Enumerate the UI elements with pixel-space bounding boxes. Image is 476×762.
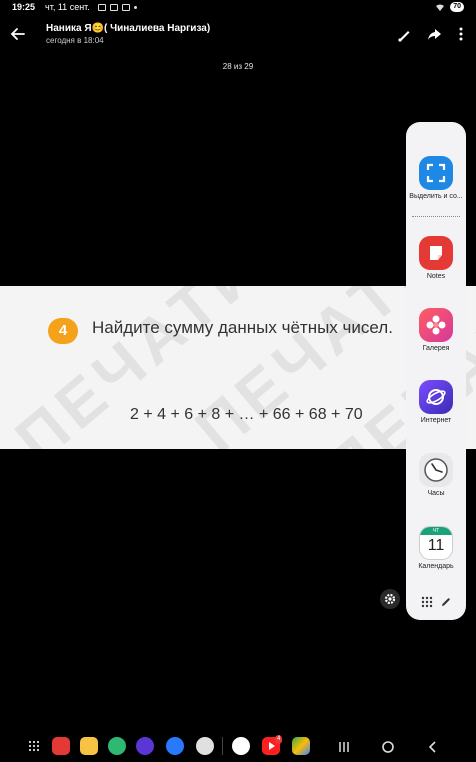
app-label: Интернет xyxy=(420,417,452,424)
status-date: чт, 11 сент. xyxy=(45,2,90,12)
screenshot-icon xyxy=(121,3,130,11)
task-text: Найдите сумму данных чётных чисел. xyxy=(92,318,393,337)
dock-divider xyxy=(222,737,223,755)
app-calendar[interactable]: ЧТ 11 Календарь xyxy=(406,526,466,570)
share-forward-icon[interactable] xyxy=(425,25,443,43)
notification-icon xyxy=(109,3,118,11)
app-label: Календарь xyxy=(418,563,454,570)
app-smart-select[interactable]: Выделить и со... xyxy=(406,156,466,200)
calendar-weekday: ЧТ xyxy=(420,527,452,535)
app-label: Notes xyxy=(426,273,446,280)
image-counter: 28 из 29 xyxy=(222,62,254,71)
youtube-badge: 4 xyxy=(275,735,283,744)
calendar-date: 11 xyxy=(427,537,445,554)
sent-time: сегодня в 18:04 xyxy=(46,36,104,45)
app-internet[interactable]: Интернет xyxy=(406,380,466,424)
back-arrow-icon[interactable] xyxy=(8,24,28,44)
taskbar: 4 xyxy=(0,735,476,759)
edit-brush-icon[interactable] xyxy=(396,25,414,43)
internet-icon[interactable] xyxy=(136,737,154,755)
notes-icon xyxy=(419,236,453,270)
message-photo[interactable]: ПЕЧАТИ ПЕЧАТИ ПЕЧАТИ 4 Найдите сумму дан… xyxy=(0,286,476,449)
back-nav-icon[interactable] xyxy=(425,739,441,755)
edge-panel-footer xyxy=(406,594,466,610)
math-expression: 2 + 4 + 6 + 8 + … + 66 + 68 + 70 xyxy=(130,406,363,423)
app-notes[interactable]: Notes xyxy=(406,236,466,280)
google-drive-icon[interactable] xyxy=(292,737,310,755)
camera-icon[interactable] xyxy=(196,737,214,755)
app-clock[interactable]: Часы xyxy=(406,453,466,497)
gallery-icon xyxy=(419,308,453,342)
status-time: 19:25 xyxy=(12,2,36,12)
apps-grid-icon[interactable] xyxy=(28,740,40,752)
recent-apps-icon[interactable] xyxy=(336,739,352,755)
messages-icon[interactable] xyxy=(166,737,184,755)
app-label: Часы xyxy=(427,490,445,497)
edge-settings-gear-icon[interactable] xyxy=(380,589,400,609)
internet-icon xyxy=(419,380,453,414)
app-label: Галерея xyxy=(422,345,450,352)
clock-icon xyxy=(419,453,453,487)
app-gallery[interactable]: Галерея xyxy=(406,308,466,352)
smart-select-icon xyxy=(419,156,453,190)
wifi-icon xyxy=(436,4,445,11)
status-bar: 19:25 чт, 11 сент. 70 xyxy=(0,0,476,14)
more-options-icon[interactable] xyxy=(452,25,470,43)
more-notifications-icon xyxy=(133,5,137,9)
task-number-badge: 4 xyxy=(48,318,78,344)
edit-pencil-icon[interactable] xyxy=(440,596,452,608)
app-label: Выделить и со... xyxy=(409,193,463,200)
phone-icon[interactable] xyxy=(108,737,126,755)
battery-indicator: 70 xyxy=(450,2,464,12)
calendar-icon: ЧТ 11 xyxy=(419,526,453,560)
chatgpt-icon[interactable] xyxy=(232,737,250,755)
sender-name: Наника Я😊( Чиналиева Наргиза) xyxy=(46,23,211,34)
edge-panel: Выделить и со... Notes Галерея Интернет … xyxy=(406,122,466,620)
all-apps-grid-icon[interactable] xyxy=(421,596,433,608)
notes-icon[interactable] xyxy=(52,737,70,755)
home-icon[interactable] xyxy=(380,739,396,755)
notification-icon xyxy=(97,3,106,11)
divider xyxy=(412,216,460,217)
viewer-header: Наника Я😊( Чиналиева Наргиза) сегодня в … xyxy=(0,20,476,50)
my-files-icon[interactable] xyxy=(80,737,98,755)
